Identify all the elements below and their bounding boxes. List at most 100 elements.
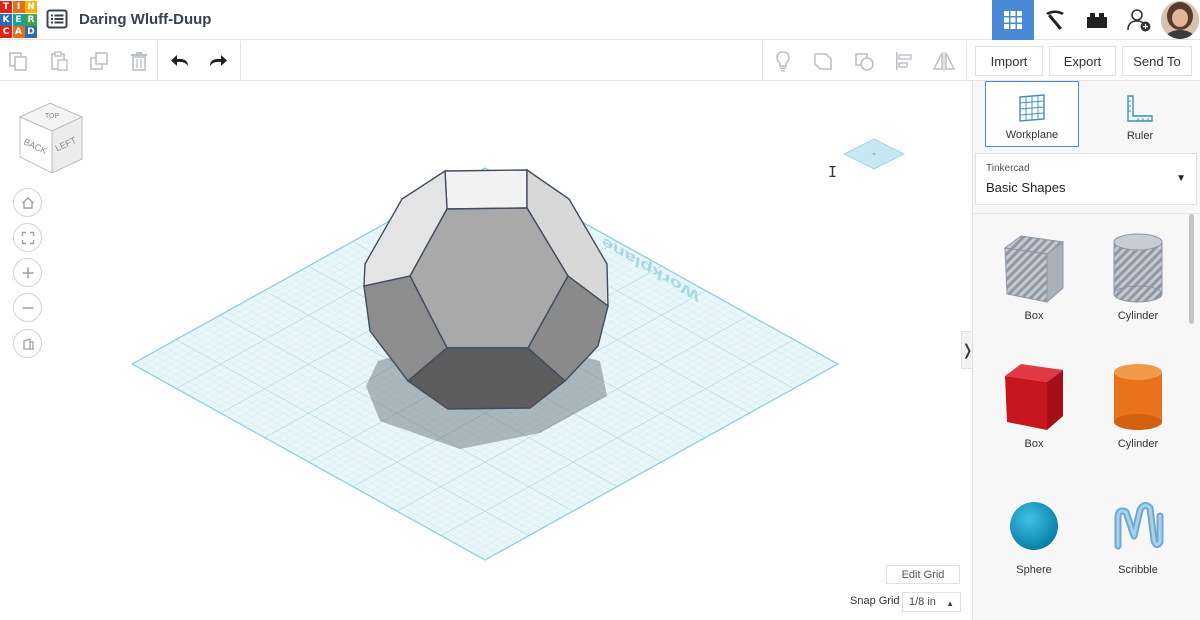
mirror-icon <box>932 51 956 71</box>
panel-scrollbar[interactable] <box>1189 214 1194 324</box>
shape-label: Cylinder <box>1117 310 1159 322</box>
fit-view-button[interactable] <box>13 223 42 252</box>
duplicate-icon <box>90 52 108 70</box>
workplane-label: Workplane <box>1005 129 1059 141</box>
align-button[interactable] <box>892 49 916 73</box>
delete-button[interactable] <box>127 49 151 73</box>
copy-button[interactable] <box>6 49 30 73</box>
toolbar-divider <box>966 41 967 81</box>
bricks-view-button[interactable] <box>1076 0 1118 40</box>
3d-design-button[interactable] <box>992 0 1034 40</box>
design-title[interactable]: Daring Wluff-Duup <box>79 11 211 28</box>
shape-tile-cylinder-hole[interactable]: Cylinder <box>1093 232 1183 342</box>
user-add-icon <box>1127 9 1151 32</box>
sphere-blue-icon <box>1010 502 1058 550</box>
shape-label: Cylinder <box>1117 438 1159 450</box>
library-name: Basic Shapes <box>986 180 1066 195</box>
redo-button[interactable] <box>206 49 230 73</box>
logo-letter: E <box>12 13 25 26</box>
ruler-icon <box>1127 95 1153 122</box>
copy-icon <box>9 52 27 71</box>
shape-library-dropdown[interactable]: Tinkercad Basic Shapes ▼ <box>975 153 1197 205</box>
zoom-in-button[interactable] <box>13 258 42 287</box>
snap-grid-value: 1/8 in <box>909 596 936 608</box>
view-cube-top[interactable]: TOP <box>45 113 60 120</box>
align-icon <box>896 52 912 70</box>
edit-grid-button[interactable]: Edit Grid <box>886 565 960 584</box>
bricks-icon <box>1087 13 1107 28</box>
pickaxe-icon <box>1046 10 1064 30</box>
import-button[interactable]: Import <box>975 46 1043 76</box>
ungroup-icon <box>855 53 874 71</box>
paste-button[interactable] <box>47 49 71 73</box>
workplane-tool-button[interactable]: Workplane <box>985 81 1079 147</box>
perspective-icon <box>22 337 34 350</box>
logo-letter: A <box>12 26 25 38</box>
perspective-toggle-button[interactable] <box>13 329 42 358</box>
export-button[interactable]: Export <box>1049 46 1116 76</box>
shape-label: Scribble <box>1118 564 1158 576</box>
3d-design-grid-icon <box>1004 11 1022 29</box>
shapes-panel: Workplane Ruler Tinkercad Basic Shapes ▼ <box>972 81 1200 620</box>
ruler-tool-button[interactable]: Ruler <box>1093 81 1187 147</box>
logo-letter: K <box>0 13 12 26</box>
invite-user-button[interactable] <box>1118 0 1160 40</box>
light-bulb-icon <box>776 51 790 72</box>
ruler-label: Ruler <box>1126 130 1154 142</box>
snap-grid-label: Snap Grid <box>850 595 900 607</box>
paste-icon <box>51 51 68 71</box>
user-avatar[interactable] <box>1161 1 1199 39</box>
logo-letter: R <box>25 13 37 26</box>
scene-view[interactable]: Workplane <box>0 81 972 620</box>
logo-letter: D <box>25 26 37 38</box>
caret-down-icon: ▼ <box>1176 173 1186 184</box>
shape-tile-cylinder[interactable]: Cylinder <box>1093 362 1183 472</box>
library-provider: Tinkercad <box>986 163 1030 174</box>
scribble-icon <box>1114 501 1164 550</box>
design-list-icon[interactable] <box>46 9 68 29</box>
notes-button[interactable] <box>771 49 795 73</box>
mirror-button[interactable] <box>932 49 956 73</box>
redo-icon <box>210 55 227 66</box>
3d-canvas[interactable]: Workplane TOP BACK LEFT I Edit Grid Snap… <box>0 81 974 620</box>
box-hole-icon <box>1003 235 1065 304</box>
shape-label: Sphere <box>1016 564 1052 576</box>
zoom-in-icon <box>22 267 33 278</box>
undo-icon <box>171 55 188 66</box>
fit-view-icon <box>21 231 34 244</box>
cylinder-orange-icon <box>1114 364 1162 430</box>
group-icon <box>814 53 832 70</box>
delete-icon <box>131 52 147 71</box>
shape-tile-box[interactable]: Box <box>989 362 1079 472</box>
group-button[interactable] <box>811 49 835 73</box>
undo-button[interactable] <box>168 49 192 73</box>
shape-tile-scribble[interactable]: Scribble <box>1093 496 1183 606</box>
drop-target-marker <box>842 138 906 175</box>
logo-letter: T <box>0 1 12 13</box>
ungroup-button[interactable] <box>852 49 876 73</box>
tinkercad-editor: T I N K E R C A D Daring Wluff-Duup Impo… <box>0 0 1200 620</box>
home-icon <box>21 196 34 209</box>
shape-label: Box <box>1024 438 1044 450</box>
shape-tile-box-hole[interactable]: Box <box>989 232 1079 342</box>
top-bar: T I N K E R C A D Daring Wluff-Duup <box>0 0 1200 40</box>
toolbar-divider <box>240 41 241 81</box>
caret-up-icon: ▲ <box>946 599 954 608</box>
shape-label: Box <box>1024 310 1044 322</box>
logo-letter: N <box>25 1 37 13</box>
view-cube[interactable]: TOP BACK LEFT <box>14 101 86 182</box>
zoom-out-button[interactable] <box>13 293 42 322</box>
send-to-button[interactable]: Send To <box>1122 46 1192 76</box>
shape-tile-sphere[interactable]: Sphere <box>989 496 1079 606</box>
duplicate-button[interactable] <box>87 49 111 73</box>
minecraft-view-button[interactable] <box>1034 0 1076 40</box>
shapes-grid: Box Cylinder Box Cylinder Sphere Scribbl… <box>973 213 1200 620</box>
workplane-icon <box>1019 94 1045 122</box>
text-cursor-icon: I <box>828 163 838 181</box>
logo-letter: C <box>0 26 12 38</box>
cylinder-hole-icon <box>1113 233 1163 303</box>
home-view-button[interactable] <box>13 188 42 217</box>
toolbar-divider <box>762 41 763 81</box>
snap-grid-select[interactable]: 1/8 in ▲ <box>902 592 961 612</box>
tinkercad-logo[interactable]: T I N K E R C A D <box>0 1 37 38</box>
